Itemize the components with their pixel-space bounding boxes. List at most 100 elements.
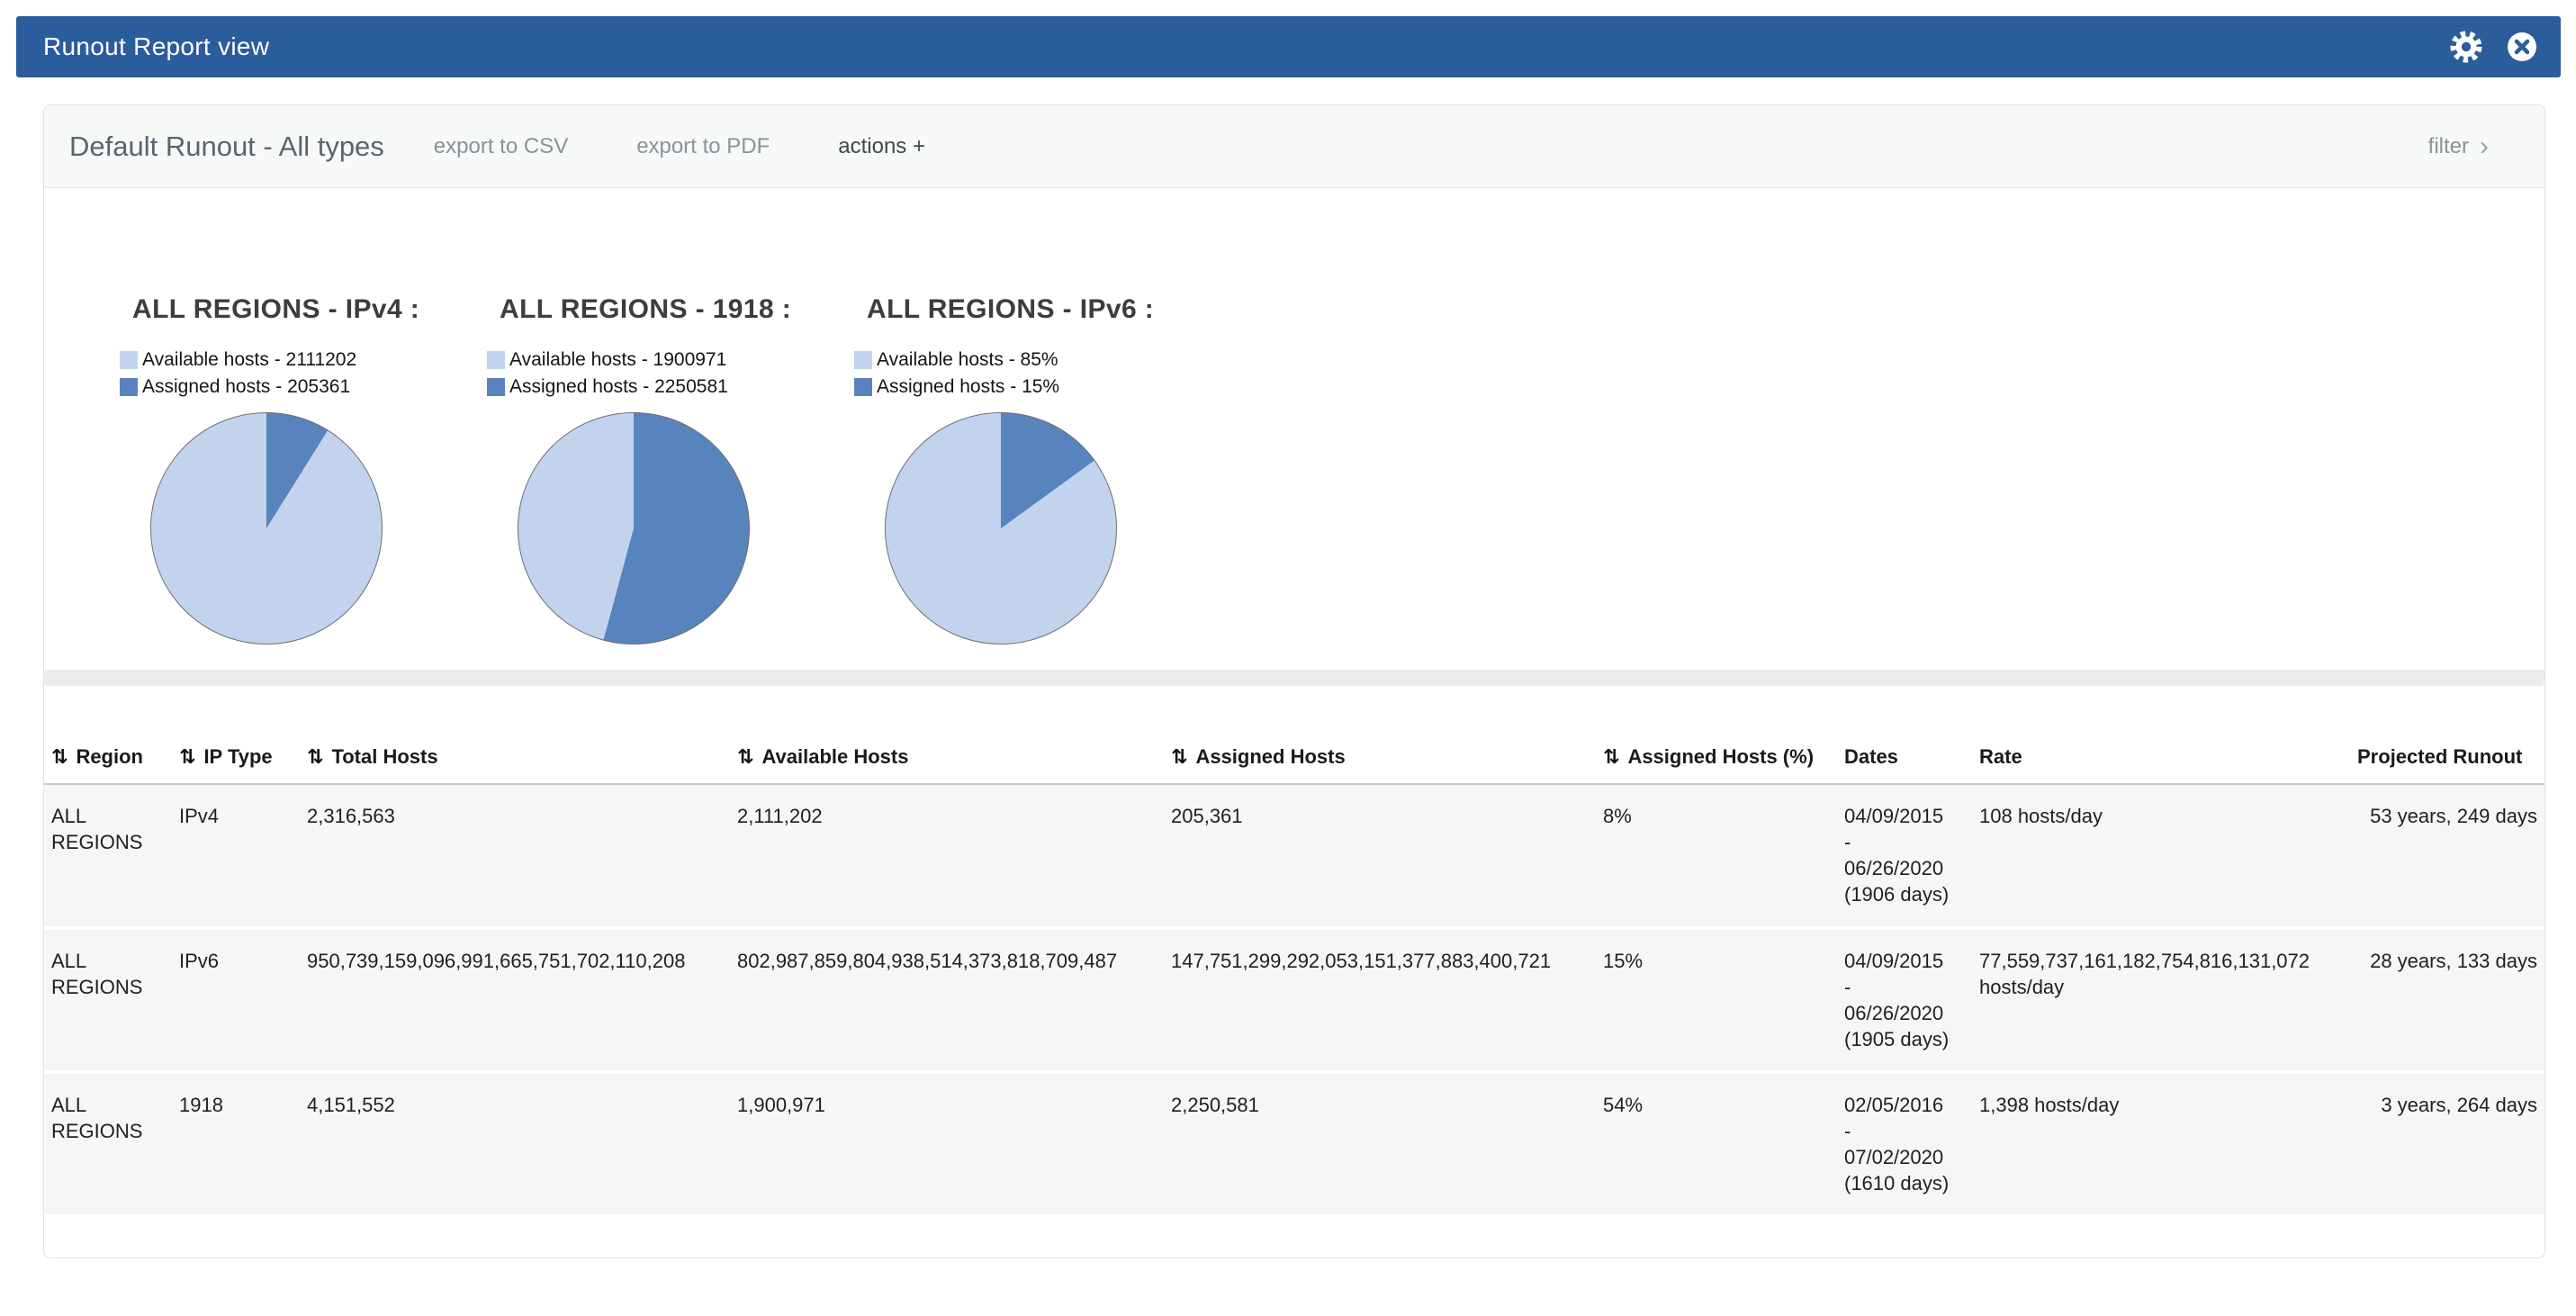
- cell-available-hosts: 802,987,859,804,938,514,373,818,709,487: [730, 928, 1164, 1072]
- legend-swatch-assigned-icon: [487, 378, 505, 396]
- panel-bottom-spacer: [44, 1218, 2544, 1257]
- legend-label: Available hosts - 85%: [877, 348, 1058, 371]
- column-label: Region: [76, 745, 143, 768]
- export-csv-button[interactable]: export to CSV: [434, 134, 568, 159]
- close-icon[interactable]: [2503, 28, 2541, 66]
- filter-button[interactable]: filter ›: [2428, 133, 2489, 160]
- chart-title: ALL REGIONS - IPv4 :: [114, 294, 482, 325]
- cell-total-hosts: 2,316,563: [300, 784, 730, 927]
- legend-item: Available hosts - 2111202: [120, 348, 482, 371]
- runout-table: ⇅ Region ⇅ IP Type ⇅ Total Hosts ⇅ Available…: [44, 736, 2544, 1217]
- column-header-rate: Rate: [1972, 736, 2350, 784]
- column-label: Assigned Hosts: [1195, 745, 1345, 768]
- legend-label: Assigned hosts - 205361: [142, 375, 350, 398]
- chart-title: ALL REGIONS - IPv6 :: [849, 294, 1216, 325]
- pie-chart-ipv6: [885, 412, 1117, 644]
- filter-label: filter: [2428, 134, 2469, 159]
- report-panel: Default Runout - All types export to CSV…: [43, 104, 2545, 1258]
- column-header-total-hosts[interactable]: ⇅ Total Hosts: [300, 736, 730, 784]
- chart-group-1918: ALL REGIONS - 1918 : Available hosts - 1…: [482, 294, 849, 644]
- table-row: ALL REGIONS 1918 4,151,552 1,900,971 2,2…: [44, 1072, 2544, 1216]
- legend-label: Available hosts - 2111202: [142, 348, 356, 371]
- export-pdf-button[interactable]: export to PDF: [636, 134, 770, 159]
- charts-table-divider: [44, 670, 2544, 686]
- cell-rate: 108 hosts/day: [1972, 784, 2350, 927]
- table-row: ALL REGIONS IPv6 950,739,159,096,991,665…: [44, 928, 2544, 1072]
- column-label: Projected Runout: [2357, 745, 2522, 768]
- sort-icon[interactable]: ⇅: [307, 745, 323, 768]
- cell-available-hosts: 2,111,202: [730, 784, 1164, 927]
- table-row: ALL REGIONS IPv4 2,316,563 2,111,202 205…: [44, 784, 2544, 927]
- cell-total-hosts: 4,151,552: [300, 1072, 730, 1216]
- gear-icon[interactable]: [2447, 28, 2485, 66]
- cell-assigned-pct: 15%: [1596, 928, 1837, 1072]
- cell-ip-type: IPv6: [172, 928, 300, 1072]
- legend-label: Assigned hosts - 15%: [877, 375, 1059, 398]
- cell-dates: 04/09/2015 - 06/26/2020 (1905 days): [1837, 928, 1972, 1072]
- cell-region: ALL REGIONS: [44, 784, 172, 927]
- chart-group-ipv6: ALL REGIONS - IPv6 : Available hosts - 8…: [849, 294, 1216, 644]
- cell-dates: 02/05/2016 - 07/02/2020 (1610 days): [1837, 1072, 1972, 1216]
- legend-item: Available hosts - 85%: [854, 348, 1216, 371]
- titlebar-icons: [2447, 28, 2541, 66]
- window-titlebar: Runout Report view: [16, 16, 2561, 77]
- cell-ip-type: IPv4: [172, 784, 300, 927]
- chart-title: ALL REGIONS - 1918 :: [482, 294, 849, 325]
- chart-legend: Available hosts - 2111202 Assigned hosts…: [120, 348, 482, 398]
- legend-swatch-assigned-icon: [120, 378, 138, 396]
- column-label: Dates: [1844, 745, 1898, 768]
- cell-rate: 77,559,737,161,182,754,816,131,072 hosts…: [1972, 928, 2350, 1072]
- cell-region: ALL REGIONS: [44, 928, 172, 1072]
- legend-swatch-available-icon: [854, 351, 872, 369]
- cell-dates: 04/09/2015 - 06/26/2020 (1906 days): [1837, 784, 1972, 927]
- pie-chart-ipv4: [150, 412, 383, 644]
- column-header-projected-runout: Projected Runout: [2350, 736, 2544, 784]
- column-label: Rate: [1979, 745, 2022, 768]
- column-header-assigned-hosts[interactable]: ⇅ Assigned Hosts: [1164, 736, 1596, 784]
- cell-projected-runout: 28 years, 133 days: [2350, 928, 2544, 1072]
- column-label: IP Type: [203, 745, 272, 768]
- legend-item: Assigned hosts - 2250581: [487, 375, 849, 398]
- column-label: Available Hosts: [761, 745, 908, 768]
- sort-icon[interactable]: ⇅: [51, 745, 68, 768]
- column-header-region[interactable]: ⇅ Region: [44, 736, 172, 784]
- column-label: Total Hosts: [331, 745, 437, 768]
- column-header-available-hosts[interactable]: ⇅ Available Hosts: [730, 736, 1164, 784]
- sort-icon[interactable]: ⇅: [737, 745, 753, 768]
- column-label: Assigned Hosts (%): [1627, 745, 1814, 768]
- cell-region: ALL REGIONS: [44, 1072, 172, 1216]
- toolbar: Default Runout - All types export to CSV…: [44, 105, 2544, 188]
- legend-label: Available hosts - 1900971: [509, 348, 726, 371]
- legend-label: Assigned hosts - 2250581: [509, 375, 728, 398]
- column-header-assigned-hosts-pct[interactable]: ⇅ Assigned Hosts (%): [1596, 736, 1837, 784]
- cell-assigned-pct: 8%: [1596, 784, 1837, 927]
- cell-available-hosts: 1,900,971: [730, 1072, 1164, 1216]
- cell-assigned-pct: 54%: [1596, 1072, 1837, 1216]
- legend-swatch-assigned-icon: [854, 378, 872, 396]
- cell-rate: 1,398 hosts/day: [1972, 1072, 2350, 1216]
- pie-chart-1918: [518, 412, 750, 644]
- legend-swatch-available-icon: [120, 351, 138, 369]
- column-header-ip-type[interactable]: ⇅ IP Type: [172, 736, 300, 784]
- sort-icon[interactable]: ⇅: [179, 745, 195, 768]
- window-title: Runout Report view: [43, 32, 269, 61]
- report-title: Default Runout - All types: [69, 131, 384, 163]
- legend-item: Assigned hosts - 15%: [854, 375, 1216, 398]
- chart-group-ipv4: ALL REGIONS - IPv4 : Available hosts - 2…: [114, 294, 482, 644]
- charts-section: ALL REGIONS - IPv4 : Available hosts - 2…: [44, 188, 2544, 644]
- legend-item: Assigned hosts - 205361: [120, 375, 482, 398]
- cell-assigned-hosts: 147,751,299,292,053,151,377,883,400,721: [1164, 928, 1596, 1072]
- sort-icon[interactable]: ⇅: [1171, 745, 1187, 768]
- cell-projected-runout: 53 years, 249 days: [2350, 784, 2544, 927]
- sort-icon[interactable]: ⇅: [1603, 745, 1619, 768]
- cell-assigned-hosts: 205,361: [1164, 784, 1596, 927]
- chevron-right-icon: ›: [2480, 133, 2489, 160]
- cell-assigned-hosts: 2,250,581: [1164, 1072, 1596, 1216]
- cell-projected-runout: 3 years, 264 days: [2350, 1072, 2544, 1216]
- actions-button[interactable]: actions +: [838, 134, 925, 159]
- cell-ip-type: 1918: [172, 1072, 300, 1216]
- table-header-row: ⇅ Region ⇅ IP Type ⇅ Total Hosts ⇅ Available…: [44, 736, 2544, 784]
- legend-item: Available hosts - 1900971: [487, 348, 849, 371]
- legend-swatch-available-icon: [487, 351, 505, 369]
- chart-legend: Available hosts - 85% Assigned hosts - 1…: [854, 348, 1216, 398]
